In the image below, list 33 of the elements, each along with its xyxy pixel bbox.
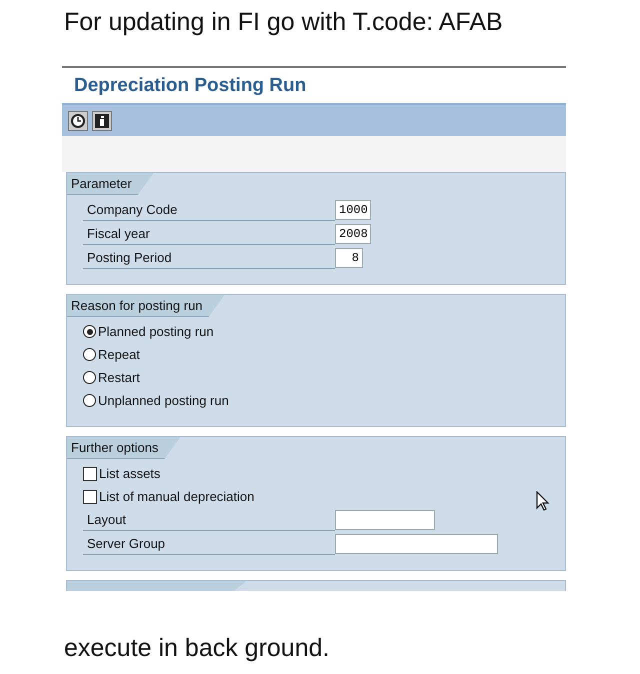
field-label: Company Code [83, 199, 335, 221]
checkbox-label: List of manual depreciation [99, 489, 254, 504]
field-label: Fiscal year [83, 223, 335, 245]
radio-label: Unplanned posting run [98, 393, 229, 408]
radio-label: Planned posting run [98, 324, 214, 339]
input-field[interactable]: 2008 [335, 224, 371, 244]
mouse-pointer-icon [536, 491, 550, 511]
info-button[interactable] [92, 110, 112, 130]
radio-button[interactable] [83, 371, 96, 384]
radio-label: Restart [98, 370, 140, 385]
window-title: Depreciation Posting Run [73, 74, 308, 98]
input-field[interactable] [335, 510, 435, 530]
checkbox-label: List assets [99, 466, 160, 481]
execute-button[interactable] [68, 110, 88, 130]
clock-icon [71, 114, 85, 128]
slide-caption: For updating in FI go with T.code: AFAB [63, 7, 504, 38]
field-label: Layout [83, 509, 335, 531]
info-icon [95, 114, 109, 128]
radio-label: Repeat [98, 347, 140, 362]
radio-button[interactable] [83, 394, 96, 407]
input-field[interactable]: 1000 [335, 200, 371, 220]
radio-button[interactable] [83, 325, 96, 338]
group-title: Reason for posting run [67, 295, 225, 317]
group-title: Parameter [67, 173, 154, 195]
checkbox[interactable] [83, 490, 97, 504]
field-label: Server Group [83, 533, 335, 555]
slide-caption: execute in back ground. [64, 634, 330, 663]
radio-button[interactable] [83, 348, 96, 361]
group-title: Further options [67, 437, 180, 459]
checkbox[interactable] [83, 466, 97, 480]
input-field[interactable] [335, 534, 498, 554]
input-field[interactable]: 8 [335, 248, 363, 268]
field-label: Posting Period [83, 247, 335, 269]
